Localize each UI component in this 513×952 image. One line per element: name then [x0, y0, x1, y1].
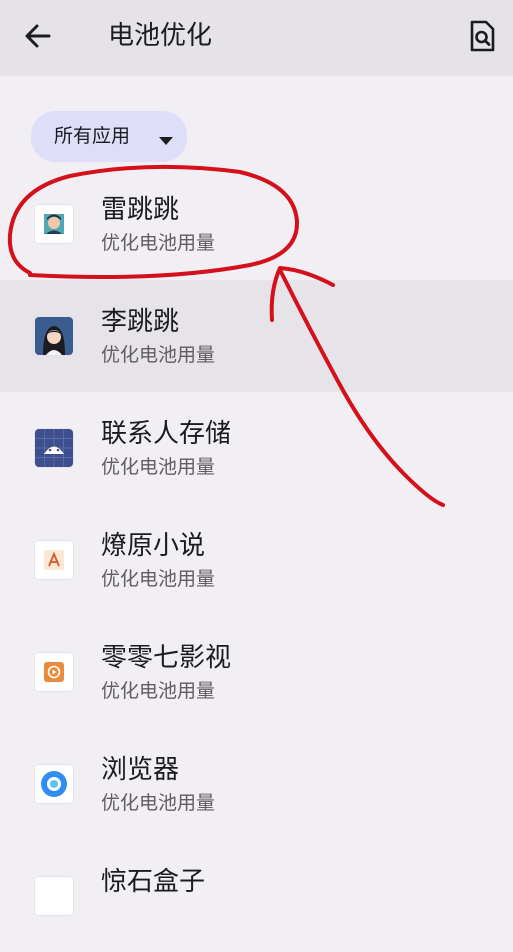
- app-battery-status: 优化电池用量: [101, 568, 216, 590]
- app-battery-status: 优化电池用量: [101, 792, 216, 814]
- app-name: 李跳跳: [101, 307, 180, 337]
- avatar-man-icon: [35, 205, 73, 243]
- list-item[interactable]: 雷跳跳 优化电池用量: [0, 168, 513, 280]
- app-icon: [35, 877, 73, 915]
- browser-icon: [35, 765, 73, 803]
- app-name: 零零七影视: [101, 643, 232, 673]
- app-name: 浏览器: [101, 755, 180, 785]
- list-item[interactable]: 惊石盒子: [0, 840, 513, 952]
- filter-label: 所有应用: [54, 125, 131, 147]
- app-name: 燎原小说: [101, 531, 206, 561]
- app-battery-status: 优化电池用量: [101, 456, 216, 478]
- page-title: 电池优化: [108, 21, 213, 51]
- arrow-left-icon: [25, 24, 51, 48]
- android-icon: [35, 429, 73, 467]
- avatar-girl-icon: [35, 317, 73, 355]
- list-item[interactable]: 李跳跳 优化电池用量: [0, 280, 513, 392]
- list-item[interactable]: 联系人存储 优化电池用量: [0, 392, 513, 504]
- list-item[interactable]: 零零七影视 优化电池用量: [0, 616, 513, 728]
- search-button[interactable]: [462, 16, 502, 56]
- app-battery-status: 优化电池用量: [101, 344, 216, 366]
- app-name: 惊石盒子: [101, 867, 206, 897]
- app-list: 雷跳跳 优化电池用量 李跳跳 优化电池用量 联系人存储 优化电池用量 燎原小说 …: [0, 168, 513, 952]
- app-name: 联系人存储: [101, 419, 232, 449]
- book-flame-icon: [35, 541, 73, 579]
- video-icon: [35, 653, 73, 691]
- app-battery-status: 优化电池用量: [101, 232, 216, 254]
- back-button[interactable]: [18, 16, 58, 56]
- app-battery-status: 优化电池用量: [101, 680, 216, 702]
- list-item[interactable]: 浏览器 优化电池用量: [0, 728, 513, 840]
- app-filter-dropdown[interactable]: 所有应用: [31, 111, 187, 162]
- top-app-bar: 电池优化: [0, 0, 513, 76]
- list-item[interactable]: 燎原小说 优化电池用量: [0, 504, 513, 616]
- document-search-icon: [470, 20, 495, 52]
- chevron-down-icon: [159, 137, 173, 145]
- app-name: 雷跳跳: [101, 195, 180, 225]
